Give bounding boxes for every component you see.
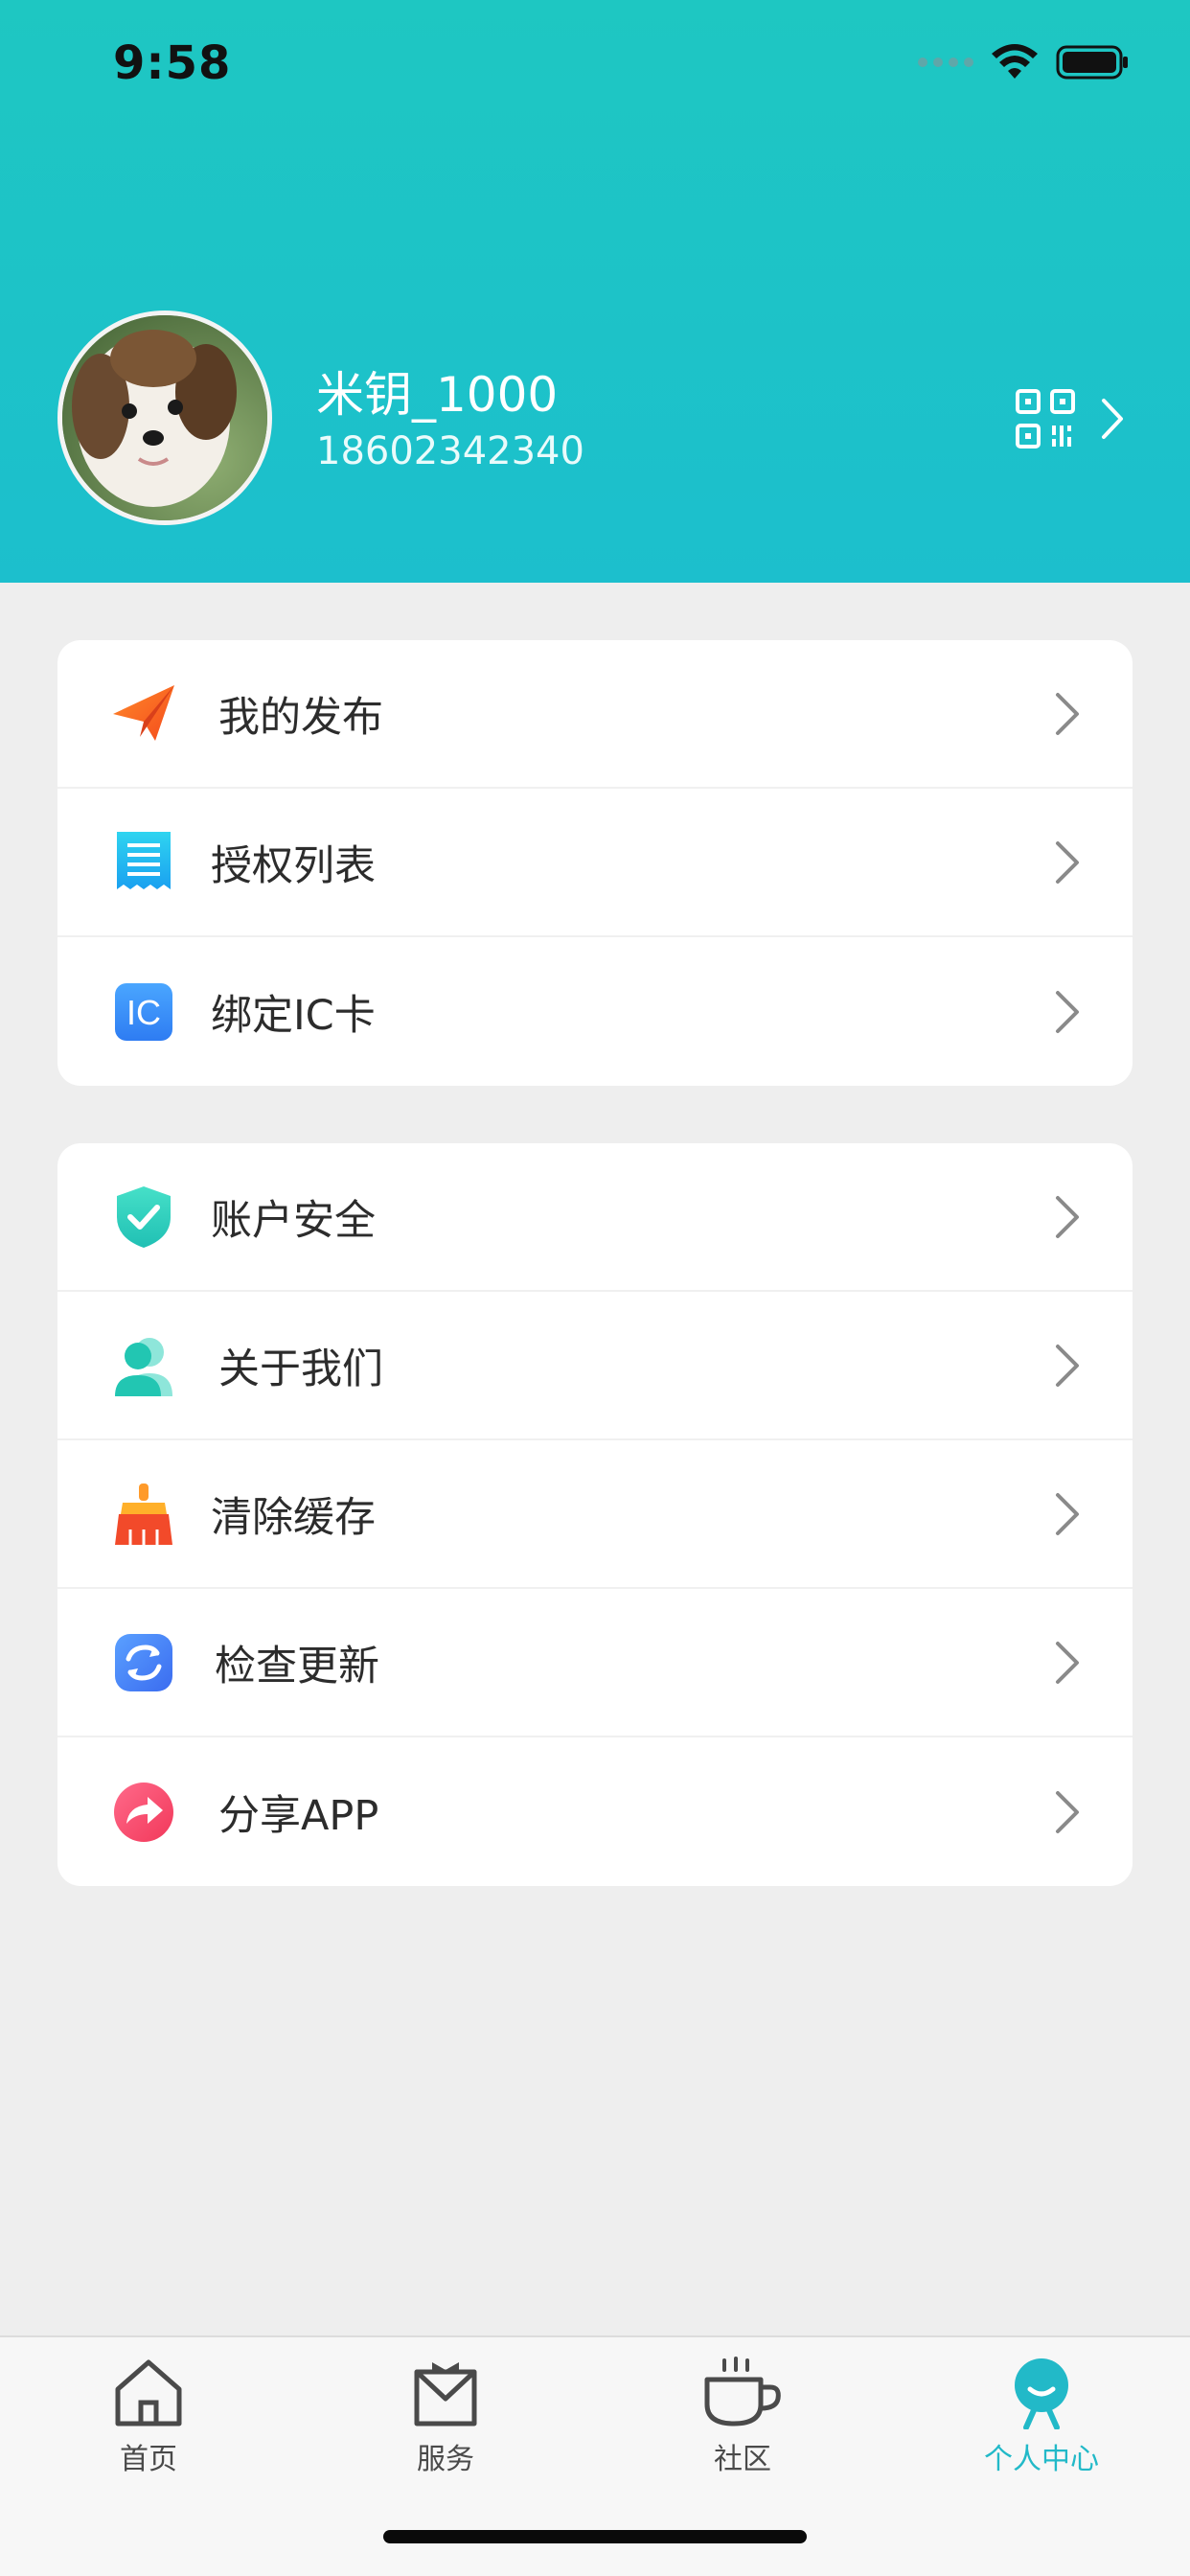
chevron-right-icon <box>1056 692 1079 735</box>
menu-item-label: 分享APP <box>218 1791 379 1840</box>
tab-community[interactable]: 社区 <box>647 2357 838 2477</box>
broom-icon <box>115 1483 172 1545</box>
tab-services[interactable]: 服务 <box>350 2357 541 2477</box>
menu-item-my-posts[interactable]: 我的发布 <box>57 640 1133 789</box>
menu-item-label: 清除缓存 <box>211 1493 376 1542</box>
menu-item-clear-cache[interactable]: 清除缓存 <box>57 1440 1133 1589</box>
menu-card-secondary: 账户安全 关于我们 清除缓存 检查更新 分享APP <box>57 1143 1133 1886</box>
chevron-right-icon <box>1056 1492 1079 1535</box>
menu-item-label: 我的发布 <box>218 693 383 742</box>
status-time: 9:58 <box>113 36 232 90</box>
ic-card-icon: IC <box>115 982 172 1041</box>
profile-header: 9:58 米钥_1000 18602342340 <box>0 0 1190 583</box>
chevron-right-icon <box>1056 990 1079 1033</box>
user-name: 米钥_1000 <box>316 367 559 423</box>
chevron-right-icon <box>1056 1790 1079 1833</box>
refresh-icon <box>115 1633 172 1691</box>
wifi-icon <box>992 44 1038 79</box>
menu-item-label: 账户安全 <box>211 1196 376 1245</box>
chevron-right-icon <box>1056 840 1079 884</box>
battery-icon <box>1056 45 1128 80</box>
paper-plane-icon <box>113 684 174 741</box>
user-phone: 18602342340 <box>316 429 584 473</box>
share-icon <box>114 1782 173 1842</box>
avatar[interactable] <box>57 310 272 525</box>
tab-label: 个人中心 <box>984 2443 1099 2476</box>
menu-item-bind-ic-card[interactable]: IC 绑定IC卡 <box>57 937 1133 1086</box>
tab-label: 社区 <box>714 2443 771 2476</box>
chevron-right-icon <box>1056 1195 1079 1238</box>
menu-item-check-update[interactable]: 检查更新 <box>57 1589 1133 1737</box>
qr-code-button[interactable] <box>1016 383 1140 454</box>
menu-item-share-app[interactable]: 分享APP <box>57 1737 1133 1886</box>
tab-label: 首页 <box>120 2443 177 2476</box>
menu-item-about-us[interactable]: 关于我们 <box>57 1292 1133 1440</box>
svg-text:IC: IC <box>126 993 161 1032</box>
home-indicator <box>383 2530 807 2543</box>
tab-home[interactable]: 首页 <box>53 2357 244 2477</box>
chevron-right-icon <box>1056 1641 1079 1684</box>
cellular-signal-icon <box>918 58 973 67</box>
menu-item-label: 绑定IC卡 <box>211 991 376 1040</box>
chevron-right-icon <box>1056 1344 1079 1387</box>
profile-icon <box>1015 2358 1068 2429</box>
tab-profile[interactable]: 个人中心 <box>946 2357 1137 2477</box>
menu-item-label: 关于我们 <box>218 1345 383 1393</box>
coffee-cup-icon <box>704 2357 781 2426</box>
menu-card-primary: 我的发布 授权列表 IC 绑定IC卡 <box>57 640 1133 1086</box>
menu-item-account-security[interactable]: 账户安全 <box>57 1143 1133 1292</box>
menu-item-authorization-list[interactable]: 授权列表 <box>57 789 1133 937</box>
home-icon <box>115 2359 182 2426</box>
menu-item-label: 授权列表 <box>211 841 376 890</box>
service-bag-icon <box>414 2362 477 2426</box>
qr-code-icon <box>1016 389 1075 448</box>
status-indicators <box>918 44 1129 80</box>
receipt-list-icon <box>117 831 171 889</box>
shield-check-icon <box>117 1185 171 1248</box>
menu-item-label: 检查更新 <box>215 1642 379 1690</box>
chevron-right-icon <box>1102 399 1123 439</box>
tab-label: 服务 <box>417 2443 474 2476</box>
users-icon <box>115 1337 172 1396</box>
